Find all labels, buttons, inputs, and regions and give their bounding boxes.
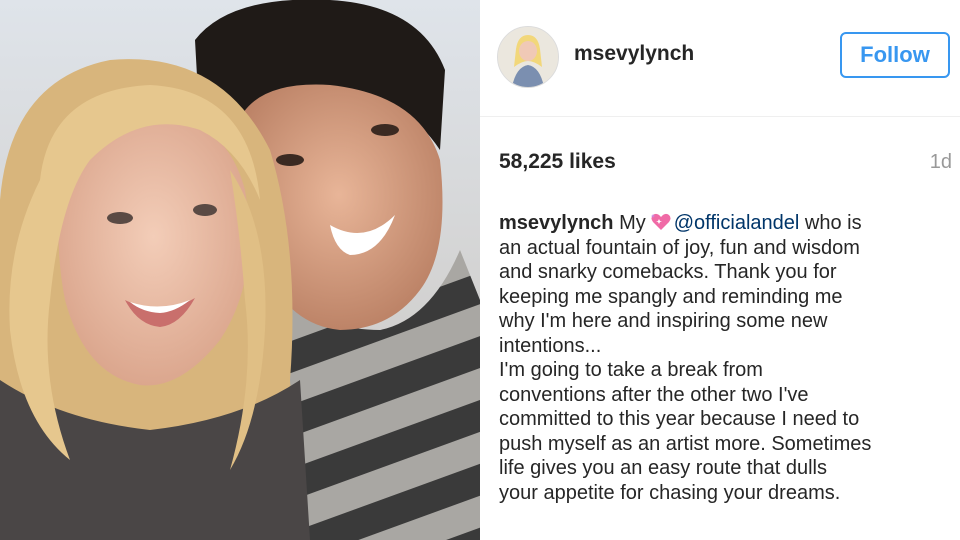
caption-line: committed to this year because I need to (499, 408, 860, 430)
caption-line: your appetite for chasing your dreams. (499, 481, 841, 504)
post-username[interactable]: msevylynch (574, 42, 694, 66)
caption-line: why I'm here and inspiring some new (499, 310, 828, 332)
post-details-panel: msevylynch Follow 58,225 likes 1d msevyl… (480, 0, 960, 540)
selfie-image (0, 0, 480, 540)
header-divider (480, 116, 960, 117)
post-caption: msevylynch My @officialandel who is an ac… (499, 211, 951, 505)
caption-line: and snarky comebacks. Thank you for (499, 261, 837, 283)
caption-first-line-rest: who is (804, 212, 862, 234)
caption-line: an actual fountain of joy, fun and wisdo… (499, 236, 860, 259)
caption-line: keeping me spangly and reminding me (499, 285, 843, 308)
caption-line: intentions... (499, 334, 602, 357)
sparkling-heart-icon (650, 213, 671, 230)
avatar[interactable] (497, 26, 559, 88)
caption-line: push myself as an artist more. Sometimes (499, 432, 872, 455)
caption-line: I'm going to take a break from (499, 359, 763, 381)
likes-count[interactable]: 58,225 likes (499, 150, 616, 174)
caption-line-first: msevylynch My @officialandel who is (499, 211, 951, 236)
post-timestamp: 1d (929, 151, 952, 173)
caption-line: conventions after the other two I've (499, 383, 809, 406)
caption-mention[interactable]: @officialandel (674, 212, 800, 234)
avatar-image (498, 27, 558, 87)
post-photo[interactable] (0, 0, 480, 540)
caption-prefix: My (619, 212, 646, 234)
follow-button[interactable]: Follow (840, 32, 950, 78)
caption-username[interactable]: msevylynch (499, 212, 614, 234)
caption-line: life gives you an easy route that dulls (499, 457, 827, 479)
